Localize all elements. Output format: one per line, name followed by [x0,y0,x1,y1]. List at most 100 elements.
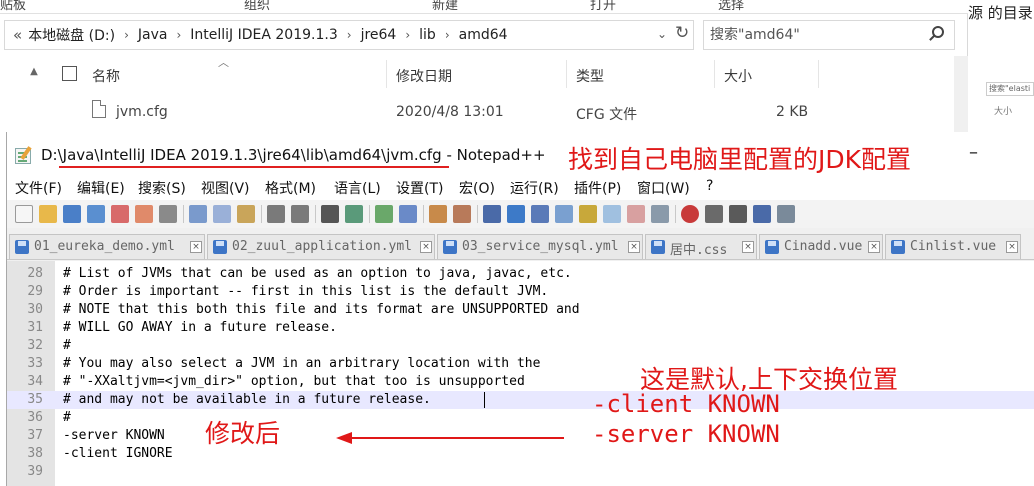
file-row[interactable]: jvm.cfg 2020/4/8 13:01 CFG 文件 2 KB [0,96,968,130]
play-macro-multiple-icon[interactable] [753,205,771,223]
menu-file[interactable]: 文件(F) [15,178,62,198]
tab-zuul[interactable]: 02_zuul_application.yml × [207,234,435,259]
address-bar[interactable]: « 本地磁盘 (D:) › Java › IntelliJ IDEA 2019.… [4,20,694,50]
menu-edit[interactable]: 编辑(E) [77,178,125,198]
ribbon-new[interactable]: 新建 [432,0,458,13]
new-file-icon[interactable] [15,205,33,223]
zoom-out-icon[interactable] [399,205,417,223]
close-all-icon[interactable] [135,205,153,223]
tab-cinlist[interactable]: Cinlist.vue × [885,234,1021,259]
search-input[interactable] [710,26,920,44]
menu-search[interactable]: 搜索(S) [138,178,186,198]
tab-eureka[interactable]: 01_eureka_demo.yml × [9,234,205,259]
folder-workspace-icon[interactable] [627,205,645,223]
ribbon-open[interactable]: 打开 [590,0,616,13]
menu-macro[interactable]: 宏(O) [459,178,495,198]
menu-settings[interactable]: 设置(T) [396,178,443,198]
tab-close-icon[interactable]: × [1006,241,1018,253]
column-divider[interactable] [714,60,715,88]
copy-icon[interactable] [213,205,231,223]
explorer-scrollbar[interactable] [954,56,968,132]
column-divider[interactable] [818,60,819,88]
play-macro-icon[interactable] [729,205,747,223]
word-wrap-icon[interactable] [483,205,501,223]
doc-map-icon[interactable] [579,205,597,223]
file-name: jvm.cfg [116,104,168,120]
sync-horizontal-icon[interactable] [453,205,471,223]
breadcrumb-intellij[interactable]: IntelliJ IDEA 2019.1.3 [190,27,337,43]
menu-format[interactable]: 格式(M) [265,178,316,198]
menu-window[interactable]: 窗口(W) [637,178,690,198]
save-macro-icon[interactable] [777,205,795,223]
background-search-box[interactable]: 搜索"elasti [986,82,1034,96]
column-divider[interactable] [566,60,567,88]
ribbon-clipboard[interactable]: 贴板 [0,0,26,13]
tab-label: Cinlist.vue [910,239,997,254]
refresh-icon[interactable]: ↻ [675,23,689,43]
redo-icon[interactable] [291,205,309,223]
search-box[interactable] [703,20,955,50]
tab-close-icon[interactable]: × [628,241,640,253]
breadcrumb-amd64[interactable]: amd64 [459,27,508,43]
code-line: 32 # [7,337,1034,355]
stop-macro-icon[interactable] [705,205,723,223]
column-divider[interactable] [386,60,387,88]
breadcrumb-java[interactable]: Java [138,27,168,43]
undo-icon[interactable] [267,205,285,223]
chevron-down-icon[interactable]: ⌄ [657,27,667,41]
tab-service-mysql[interactable]: 03_service_mysql.yml × [437,234,643,259]
record-macro-icon[interactable] [681,205,699,223]
menu-view[interactable]: 视图(V) [201,178,250,198]
disk-icon [891,240,905,254]
indent-guide-icon[interactable] [531,205,549,223]
column-date[interactable]: 修改日期 [396,66,452,86]
sync-vertical-icon[interactable] [429,205,447,223]
line-text: # List of JVMs that can be used as an op… [63,266,572,281]
menu-plugins[interactable]: 插件(P) [574,178,621,198]
search-icon[interactable] [932,26,944,38]
tab-close-icon[interactable]: × [868,241,880,253]
close-icon[interactable] [111,205,129,223]
save-icon[interactable] [63,205,81,223]
replace-icon[interactable] [345,205,363,223]
chevron-right-icon: › [444,28,450,42]
save-all-icon[interactable] [87,205,105,223]
tab-close-icon[interactable]: × [190,241,202,253]
print-icon[interactable] [159,205,177,223]
text-caret [484,392,485,408]
ribbon-select[interactable]: 选择 [718,0,744,13]
find-icon[interactable] [321,205,339,223]
column-name[interactable]: 名称 [92,66,120,86]
select-all-checkbox[interactable] [62,66,77,81]
open-file-icon[interactable] [39,205,57,223]
language-icon[interactable] [555,205,573,223]
explorer-ribbon: 贴板 组织 新建 打开 选择 [0,0,968,14]
ribbon-organize[interactable]: 组织 [244,0,270,13]
tab-close-icon[interactable]: × [420,241,432,253]
tab-cinadd[interactable]: Cinadd.vue × [759,234,883,259]
tab-close-icon[interactable]: × [742,241,754,253]
breadcrumb-lib[interactable]: lib [419,27,436,43]
column-type[interactable]: 类型 [576,66,604,86]
zoom-in-icon[interactable] [375,205,393,223]
code-line: 29 # Order is important -- first in this … [7,283,1034,301]
paste-icon[interactable] [237,205,255,223]
line-text: # NOTE that this both this file and its … [63,302,580,317]
menu-language[interactable]: 语言(L) [334,178,381,198]
breadcrumb-overflow-icon[interactable]: « [13,26,22,44]
menu-help[interactable]: ? [706,178,713,194]
menu-run[interactable]: 运行(R) [510,178,559,198]
function-list-icon[interactable] [603,205,621,223]
minimize-button[interactable]: – [969,142,978,163]
monitoring-icon[interactable] [651,205,669,223]
scroll-up-icon[interactable]: ▲ [24,60,44,84]
tab-center-css[interactable]: 居中.css × [645,234,757,259]
line-text: -client IGNORE [63,446,173,461]
breadcrumb-jre64[interactable]: jre64 [361,27,397,43]
breadcrumb-drive[interactable]: 本地磁盘 (D:) [28,25,115,45]
cut-icon[interactable] [189,205,207,223]
column-size[interactable]: 大小 [724,66,752,86]
show-all-characters-icon[interactable] [507,205,525,223]
line-number: 30 [27,302,43,317]
annotation-client-known: -client KNOWN [592,390,780,418]
